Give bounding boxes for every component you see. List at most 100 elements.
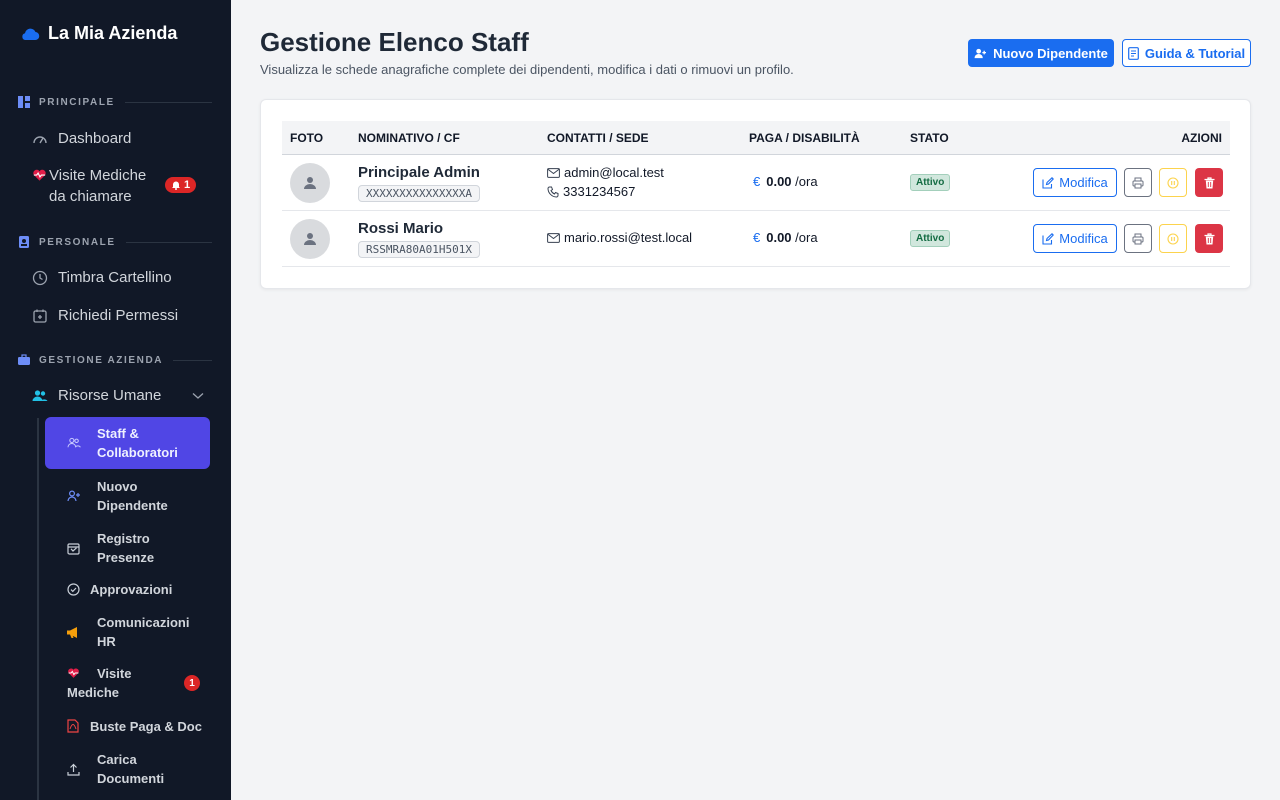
edit-button[interactable]: Modifica <box>1033 224 1117 253</box>
delete-button[interactable] <box>1195 168 1223 197</box>
brand-title: La Mia Azienda <box>48 23 178 43</box>
print-button[interactable] <box>1124 168 1152 197</box>
column-header-nominativo: NOMINATIVO / CF <box>358 131 460 145</box>
pause-circle-icon <box>1167 176 1179 189</box>
pay-rate: €0.00 /ora <box>753 230 818 245</box>
avatar <box>290 219 330 259</box>
printer-icon <box>1132 177 1144 188</box>
column-header-foto: FOTO <box>290 131 324 145</box>
section-label: PERSONALE <box>39 236 116 248</box>
cloud-icon <box>22 28 40 40</box>
trash-icon <box>1204 232 1214 244</box>
column-header-contatti: CONTATTI / SEDE <box>547 131 649 145</box>
submenu-guide-line <box>37 418 39 800</box>
sidebar: La Mia Azienda PRINCIPALE Dashboard Visi… <box>0 0 231 800</box>
sidebar-subitem-carica-documenti[interactable]: Carica Documenti <box>45 749 210 789</box>
chevron-down-icon[interactable] <box>192 392 204 400</box>
table-row: Principale Admin XXXXXXXXXXXXXXXA admin@… <box>282 155 1230 211</box>
person-icon <box>304 177 316 189</box>
pay-value: 0.00 <box>766 174 792 189</box>
fiscal-code: RSSMRA80A01H501X <box>358 241 480 258</box>
suspend-button[interactable] <box>1159 224 1187 253</box>
email-contact[interactable]: mario.rossi@test.local <box>547 230 692 245</box>
table-header: FOTO NOMINATIVO / CF CONTATTI / SEDE PAG… <box>282 121 1230 155</box>
edit-label: Modifica <box>1059 231 1108 246</box>
email-text: admin@local.test <box>564 165 664 180</box>
subitem-label-line2: Mediche <box>67 685 120 700</box>
sidebar-item-richiedi-permessi[interactable]: Richiedi Permessi <box>32 305 178 326</box>
phone-contact[interactable]: 3331234567 <box>547 184 635 199</box>
section-personale: PERSONALE <box>18 236 212 248</box>
table-row: Rossi Mario RSSMRA80A01H501X mario.rossi… <box>282 211 1230 267</box>
subitem-label: Carica <box>97 752 137 767</box>
clock-icon <box>32 270 48 285</box>
new-employee-label: Nuovo Dipendente <box>993 45 1108 61</box>
column-header-paga: PAGA / DISABILITÀ <box>749 131 860 145</box>
id-badge-icon <box>19 236 29 248</box>
person-plus-icon <box>974 48 987 58</box>
guide-button[interactable]: Guida & Tutorial <box>1122 39 1251 67</box>
envelope-icon <box>547 232 560 243</box>
column-header-stato: STATO <box>910 131 949 145</box>
sidebar-item-label-line2: da chiamare <box>49 188 132 205</box>
new-employee-button[interactable]: Nuovo Dipendente <box>968 39 1114 67</box>
heart-pulse-icon <box>33 169 46 181</box>
page-title: Gestione Elenco Staff <box>260 27 529 57</box>
sidebar-subitem-registro-presenze[interactable]: Registro Presenze <box>45 528 210 568</box>
sidebar-item-risorse-umane[interactable]: Risorse Umane <box>32 385 204 406</box>
sidebar-item-visite-mediche[interactable]: Visite Mediche da chiamare <box>32 165 146 207</box>
email-contact[interactable]: admin@local.test <box>547 165 664 180</box>
edit-button[interactable]: Modifica <box>1033 168 1117 197</box>
sidebar-subitem-buste-paga[interactable]: Buste Paga & Doc <box>45 716 210 736</box>
sidebar-subitem-nuovo-dipendente[interactable]: Nuovo Dipendente <box>45 476 210 516</box>
section-gestione-azienda: GESTIONE AZIENDA <box>18 354 212 366</box>
sidebar-item-label: Timbra Cartellino <box>58 269 172 286</box>
sidebar-subitem-approvazioni[interactable]: Approvazioni <box>45 579 210 599</box>
people-icon <box>67 437 81 448</box>
divider <box>173 359 212 361</box>
sidebar-item-dashboard[interactable]: Dashboard <box>32 128 131 149</box>
person-plus-icon <box>67 490 80 502</box>
page-subtitle: Visualizza le schede anagrafiche complet… <box>260 62 794 77</box>
sidebar-subitem-visite-mediche[interactable]: Visite Mediche 1 <box>45 663 210 703</box>
gauge-icon <box>33 135 47 143</box>
sidebar-subitem-staff[interactable]: Staff & Collaboratori <box>45 417 210 469</box>
notification-badge: 1 <box>165 177 197 193</box>
pay-unit: /ora <box>795 230 818 245</box>
employee-name: Principale Admin <box>358 164 480 181</box>
subitem-label: Approvazioni <box>90 581 173 597</box>
column-header-azioni: AZIONI <box>1181 131 1222 145</box>
subitem-label-line2: HR <box>97 634 116 649</box>
email-text: mario.rossi@test.local <box>564 230 693 245</box>
calendar-plus-icon <box>33 309 47 323</box>
fiscal-code: XXXXXXXXXXXXXXXA <box>358 185 480 202</box>
phone-text: 3331234567 <box>563 184 636 199</box>
people-icon <box>32 389 48 401</box>
sidebar-item-timbra-cartellino[interactable]: Timbra Cartellino <box>32 267 172 288</box>
guide-label: Guida & Tutorial <box>1144 45 1246 61</box>
status-badge: Attivo <box>910 174 951 191</box>
pencil-square-icon <box>1042 232 1055 245</box>
phone-icon <box>547 186 559 198</box>
check-circle-icon <box>67 582 80 596</box>
staff-table-card: FOTO NOMINATIVO / CF CONTATTI / SEDE PAG… <box>260 99 1251 289</box>
heart-pulse-icon <box>68 668 79 678</box>
calendar-check-icon <box>67 542 80 555</box>
divider <box>125 241 212 243</box>
trash-icon <box>1204 176 1214 188</box>
bell-icon <box>172 181 180 190</box>
sidebar-subitem-comunicazioni-hr[interactable]: Comunicazioni HR <box>45 612 210 652</box>
subitem-label-line2: Documenti <box>97 771 165 786</box>
brand[interactable]: La Mia Azienda <box>20 23 177 44</box>
avatar <box>290 163 330 203</box>
delete-button[interactable] <box>1195 224 1223 253</box>
sidebar-item-label: Dashboard <box>58 130 132 147</box>
envelope-icon <box>547 167 560 178</box>
pdf-file-icon <box>67 719 79 733</box>
divider <box>124 101 212 103</box>
pencil-square-icon <box>1042 176 1055 189</box>
print-button[interactable] <box>1124 224 1152 253</box>
megaphone-icon <box>67 626 77 638</box>
pay-value: 0.00 <box>766 230 792 245</box>
suspend-button[interactable] <box>1159 168 1187 197</box>
